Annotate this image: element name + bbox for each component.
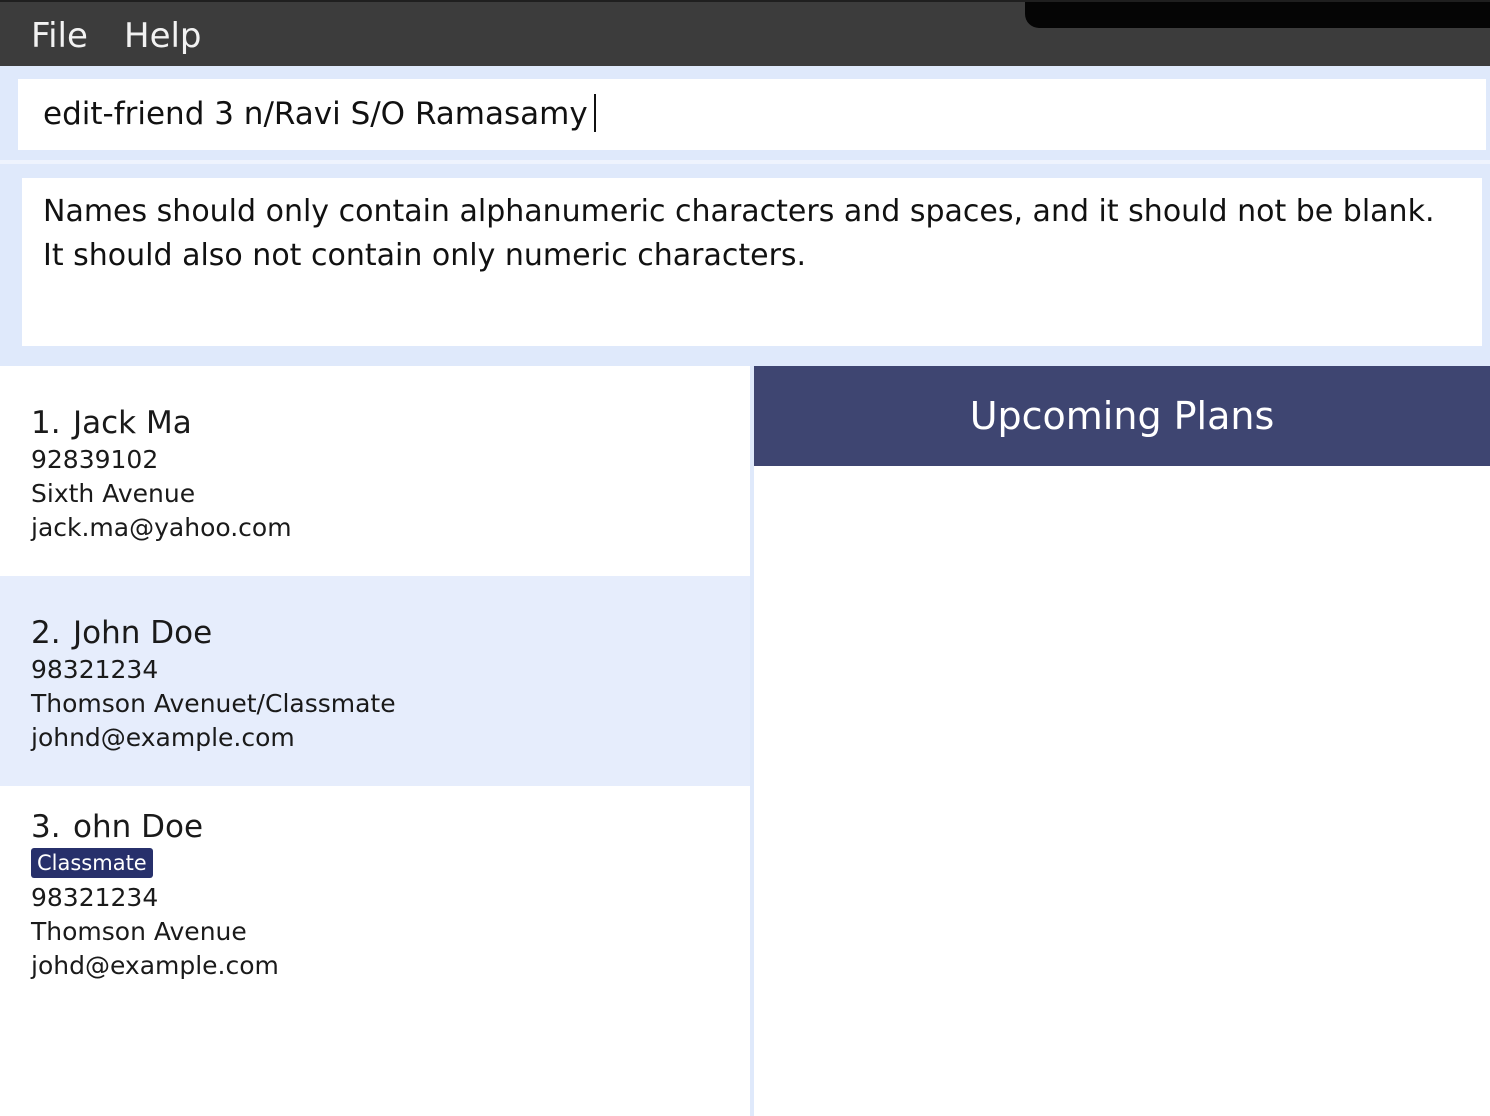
person-phone: 98321234 (31, 655, 159, 684)
person-index: 2. (31, 615, 61, 651)
person-name: ohn Doe (73, 809, 204, 845)
plans-header: Upcoming Plans (754, 366, 1490, 466)
person-name: Jack Ma (73, 405, 192, 441)
command-text: edit-friend 3 n/Ravi S/O Ramasamy (43, 96, 588, 132)
person-card[interactable]: 3. ohn Doe Classmate 98321234 Thomson Ave… (0, 786, 750, 996)
person-address: Thomson Avenue (31, 917, 247, 946)
person-phone: 92839102 (31, 445, 159, 474)
person-address: Sixth Avenue (31, 479, 196, 508)
person-address: Thomson Avenuet/Classmate (31, 689, 396, 718)
result-display[interactable]: Names should only contain alphanumeric c… (22, 178, 1482, 346)
menu-file[interactable]: File (31, 14, 88, 58)
result-line-1: Names should only contain alphanumeric c… (43, 194, 1435, 229)
menu-bar: File Help (0, 0, 1490, 66)
person-name-row: 3. ohn Doe (31, 807, 750, 847)
person-email: johnd@example.com (31, 723, 295, 752)
person-email: jack.ma@yahoo.com (31, 513, 292, 542)
person-card[interactable]: 2. John Doe 98321234 Thomson Avenuet/Clas… (0, 576, 750, 786)
command-input[interactable]: edit-friend 3 n/Ravi S/O Ramasamy (18, 79, 1486, 150)
result-area: Names should only contain alphanumeric c… (0, 160, 1490, 366)
person-index: 3. (31, 809, 61, 845)
window-overlay (1025, 2, 1490, 28)
result-line-2: It should also not contain only numeric … (43, 238, 807, 273)
text-caret (593, 93, 596, 132)
command-area: edit-friend 3 n/Ravi S/O Ramasamy (0, 66, 1490, 160)
plans-panel: Upcoming Plans (754, 366, 1490, 1116)
tag-badge: Classmate (31, 848, 153, 878)
menu-help[interactable]: Help (124, 14, 202, 58)
person-name: John Doe (73, 615, 213, 651)
person-name-row: 1. Jack Ma (31, 403, 750, 443)
person-phone: 98321234 (31, 883, 159, 912)
person-index: 1. (31, 405, 61, 441)
person-email: johd@example.com (31, 951, 279, 980)
person-card[interactable]: 1. Jack Ma 92839102 Sixth Avenue jack.ma@… (0, 366, 750, 576)
person-list[interactable]: 1. Jack Ma 92839102 Sixth Avenue jack.ma@… (0, 366, 750, 1116)
person-name-row: 2. John Doe (31, 613, 750, 653)
